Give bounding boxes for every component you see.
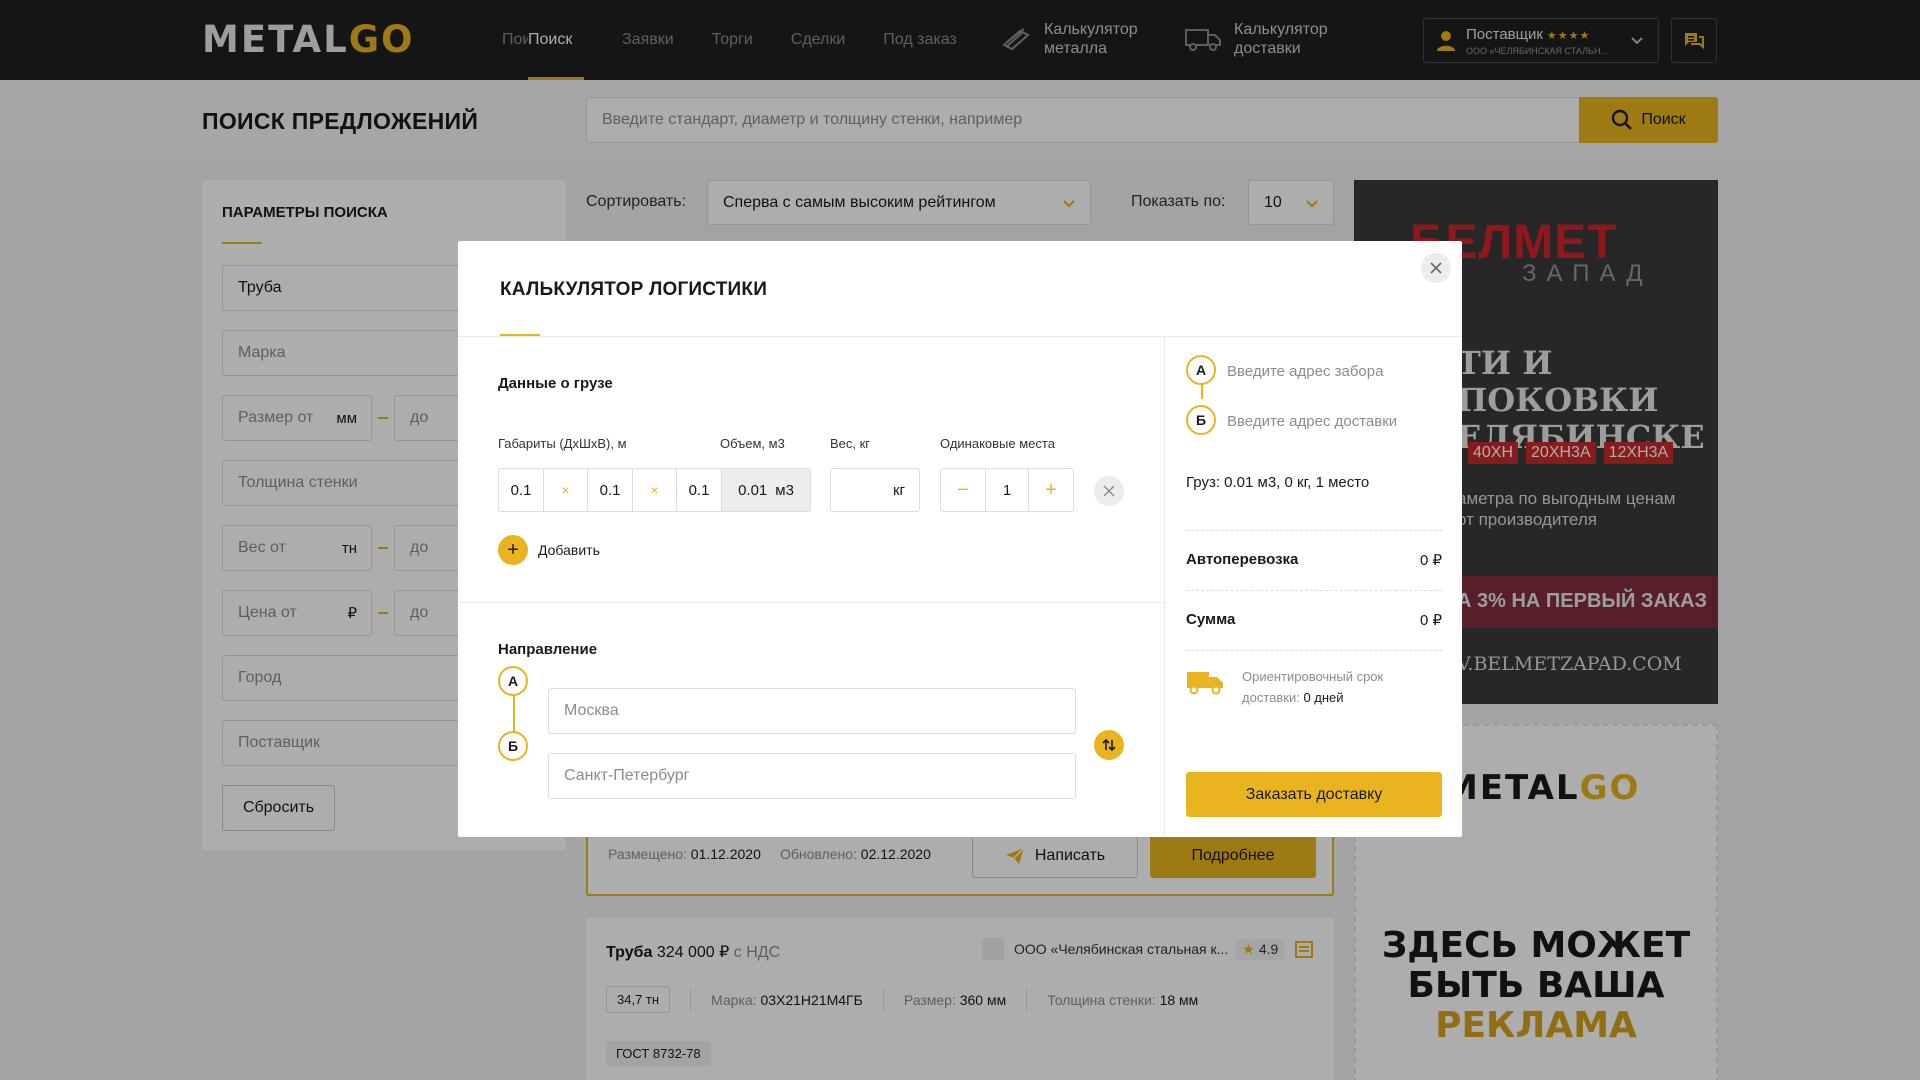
plus-icon: + <box>498 535 528 565</box>
swap-icon <box>1102 738 1116 752</box>
from-city-input[interactable]: Москва <box>548 688 1076 734</box>
volume-output: 0.01 м3 <box>722 469 810 511</box>
weight-unit: кг <box>892 481 905 499</box>
road-cost-row: Автоперевозка 0 ₽ <box>1186 551 1442 569</box>
weight-label: Вес, кг <box>830 436 871 451</box>
dimensions-input-group: 0.1 × 0.1 × 0.1 0.01 м3 <box>498 468 811 512</box>
cargo-summary: Груз: 0.01 м3, 0 кг, 1 место <box>1186 474 1370 491</box>
places-value[interactable]: 1 <box>985 469 1029 511</box>
cargo-section-title: Данные о грузе <box>498 375 613 392</box>
point-b-badge: Б <box>498 731 528 761</box>
places-stepper: − 1 + <box>940 468 1074 512</box>
decrement-button[interactable]: − <box>941 469 985 511</box>
volume-label: Объем, м3 <box>720 436 785 451</box>
truck-icon <box>1187 672 1223 695</box>
close-button[interactable] <box>1421 253 1451 283</box>
multiply-icon: × <box>633 469 677 511</box>
weight-input[interactable]: кг <box>830 468 920 512</box>
direction-section-title: Направление <box>498 641 598 658</box>
delivery-badge: Б <box>1186 405 1216 435</box>
dims-label: Габариты (ДхШхВ), м <box>498 436 627 451</box>
logistics-calculator-modal: КАЛЬКУЛЯТОР ЛОГИСТИКИ Данные о грузе Габ… <box>458 241 1462 837</box>
delivery-eta: Ориентировочный срок доставки: 0 дней <box>1186 666 1383 708</box>
increment-button[interactable]: + <box>1029 469 1073 511</box>
width-input[interactable]: 0.1 <box>588 469 633 511</box>
point-a-badge: А <box>498 666 528 696</box>
swap-direction-button[interactable] <box>1094 730 1124 760</box>
height-input[interactable]: 0.1 <box>677 469 722 511</box>
places-label: Одинаковые места <box>940 436 1055 451</box>
delivery-address-input[interactable]: Введите адрес доставки <box>1227 413 1397 430</box>
eta-value: 0 дней <box>1303 690 1344 705</box>
add-label: Добавить <box>538 542 600 558</box>
length-input[interactable]: 0.1 <box>499 469 544 511</box>
close-icon <box>1430 262 1442 274</box>
pickup-badge: А <box>1186 355 1216 385</box>
remove-row-button[interactable] <box>1094 476 1124 506</box>
close-icon <box>1103 485 1115 497</box>
total-row: Сумма 0 ₽ <box>1186 611 1442 629</box>
pickup-address-input[interactable]: Введите адрес забора <box>1227 363 1383 380</box>
modal-title: КАЛЬКУЛЯТОР ЛОГИСТИКИ <box>500 279 768 300</box>
add-cargo-button[interactable]: + Добавить <box>498 535 600 565</box>
order-delivery-button[interactable]: Заказать доставку <box>1186 772 1442 817</box>
to-city-input[interactable]: Санкт-Петербург <box>548 753 1076 799</box>
multiply-icon: × <box>544 469 588 511</box>
